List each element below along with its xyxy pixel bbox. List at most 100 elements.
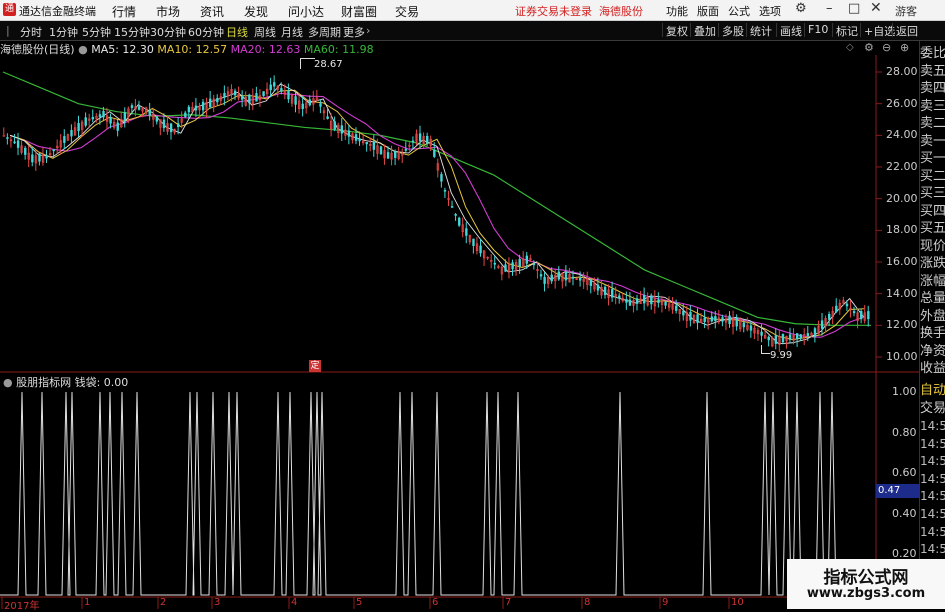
candle-body: [187, 106, 191, 113]
candle-body: [98, 114, 102, 118]
candle-body: [596, 284, 600, 291]
tab-monthly[interactable]: 月线: [281, 24, 303, 40]
btn-duogu[interactable]: 多股: [718, 23, 747, 38]
menu-hangqing[interactable]: 行情: [112, 3, 136, 20]
menu-jiaoyi[interactable]: 交易: [395, 3, 419, 20]
diamond-icon[interactable]: ◇: [846, 42, 854, 53]
guest-label[interactable]: 游客: [895, 3, 917, 19]
price-tick-label: 28.00: [886, 65, 918, 78]
candle-body: [70, 130, 73, 137]
candle-body: [742, 322, 746, 328]
menu-shichang[interactable]: 市场: [156, 3, 180, 20]
candle-body: [241, 95, 244, 100]
app-logo-icon: 通: [3, 3, 16, 16]
trade-time: 14:56: [920, 524, 945, 539]
candle-body: [806, 333, 810, 337]
order-book-label: 买五: [920, 221, 945, 236]
candle-body: [358, 138, 361, 142]
price-tick-label: 26.00: [886, 96, 918, 110]
candle-body: [347, 130, 351, 137]
candle-body: [557, 271, 561, 280]
tab-fenshi[interactable]: 分时: [20, 24, 42, 40]
tab-multi-period[interactable]: 多周期: [308, 24, 341, 40]
trade-label[interactable]: 交易: [920, 400, 945, 418]
maximize-icon[interactable]: □: [848, 1, 860, 16]
indicator-current-value: 0.47: [876, 484, 919, 498]
tab-weekly[interactable]: 周线: [254, 24, 276, 40]
menu-wenxiaoda[interactable]: 问小达: [288, 3, 324, 20]
menu-xuanxiang[interactable]: 选项: [759, 3, 781, 19]
menu-banmian[interactable]: 版面: [697, 3, 719, 19]
auto-trade-toggle[interactable]: 自动: [920, 382, 945, 400]
tab-5min[interactable]: 5分钟: [82, 24, 111, 40]
candle-body: [209, 98, 212, 108]
indicator-value: 钱袋: 0.00: [74, 376, 129, 389]
candle-body: [354, 134, 358, 141]
btn-fuquan[interactable]: 复权: [662, 23, 691, 38]
tab-more[interactable]: 更多: [343, 24, 365, 40]
candle-body: [2, 135, 6, 137]
candle-body: [411, 140, 415, 143]
candle-body: [518, 258, 521, 267]
price-tick-label: 16.00: [886, 255, 918, 268]
tab-60min[interactable]: 60分钟: [188, 24, 224, 40]
candle-body: [443, 189, 447, 192]
order-book-label: 买二: [920, 168, 945, 184]
indicator-options-icon[interactable]: ●: [3, 376, 13, 389]
tab-30min[interactable]: 30分钟: [150, 24, 186, 40]
order-book-label: 卖一: [920, 133, 945, 149]
menu-zixun[interactable]: 资讯: [200, 3, 224, 20]
candle-body: [458, 217, 461, 226]
candle-body: [394, 151, 397, 158]
candle-body: [162, 119, 166, 129]
zoom-in-icon[interactable]: ⊕: [900, 41, 909, 54]
btn-fanhui[interactable]: 返回: [892, 23, 921, 38]
candle-body: [795, 333, 799, 340]
trade-time: 14:56: [920, 507, 945, 521]
more-dropdown-icon[interactable]: ›: [366, 24, 370, 37]
btn-biaoji[interactable]: 标记: [832, 23, 861, 38]
settings-icon[interactable]: ⚙: [864, 41, 874, 54]
menu-faxian[interactable]: 发现: [244, 3, 268, 20]
menu-caifuquan[interactable]: 财富圈: [341, 3, 377, 20]
candle-body: [440, 174, 443, 182]
close-icon[interactable]: ✕: [870, 0, 882, 16]
candle-body: [788, 334, 792, 340]
candle-body: [31, 154, 34, 163]
zoom-out-icon[interactable]: ⊖: [882, 41, 891, 54]
order-book-label: 买三: [920, 186, 945, 201]
candle-body: [269, 84, 272, 91]
watermark-url: www.zbgs3.com: [806, 586, 926, 601]
order-book-label: 卖三: [920, 98, 945, 114]
ding-marker[interactable]: 定: [309, 360, 321, 372]
login-notice[interactable]: 证券交易未登录 海德股份: [515, 3, 643, 19]
tab-15min[interactable]: 15分钟: [114, 24, 150, 40]
candle-body: [774, 335, 778, 344]
candle-body: [611, 289, 614, 298]
tab-daily[interactable]: 日线: [226, 24, 248, 40]
candle-body: [728, 315, 731, 325]
tab-1min[interactable]: 1分钟: [49, 24, 78, 40]
headset-icon[interactable]: ⚙: [795, 1, 807, 16]
candle-body: [130, 105, 134, 108]
indicator-info: ● 股朋指标网 钱袋: 0.00: [3, 374, 128, 390]
minimize-icon[interactable]: –: [826, 1, 833, 16]
menu-gongshi[interactable]: 公式: [728, 3, 750, 19]
stock-name-title: 海德股份: [599, 5, 643, 18]
menu-gongneng[interactable]: 功能: [666, 3, 688, 19]
trade-time: 14:56: [920, 489, 945, 504]
kline-chart[interactable]: [0, 55, 919, 609]
btn-huaxian[interactable]: 画线: [776, 23, 805, 38]
btn-f10[interactable]: F10: [804, 23, 831, 37]
low-price-label: 9.99: [770, 350, 793, 361]
candle-body: [84, 117, 87, 126]
candle-body: [319, 103, 322, 107]
candle-body: [248, 94, 251, 104]
btn-tongji[interactable]: 统计: [746, 23, 775, 38]
candle-body: [799, 334, 802, 338]
candle-body: [426, 135, 429, 144]
ma10-line: [9, 89, 864, 341]
candle-body: [749, 325, 753, 331]
btn-diejia[interactable]: 叠加: [690, 23, 719, 38]
candle-body: [194, 105, 198, 111]
